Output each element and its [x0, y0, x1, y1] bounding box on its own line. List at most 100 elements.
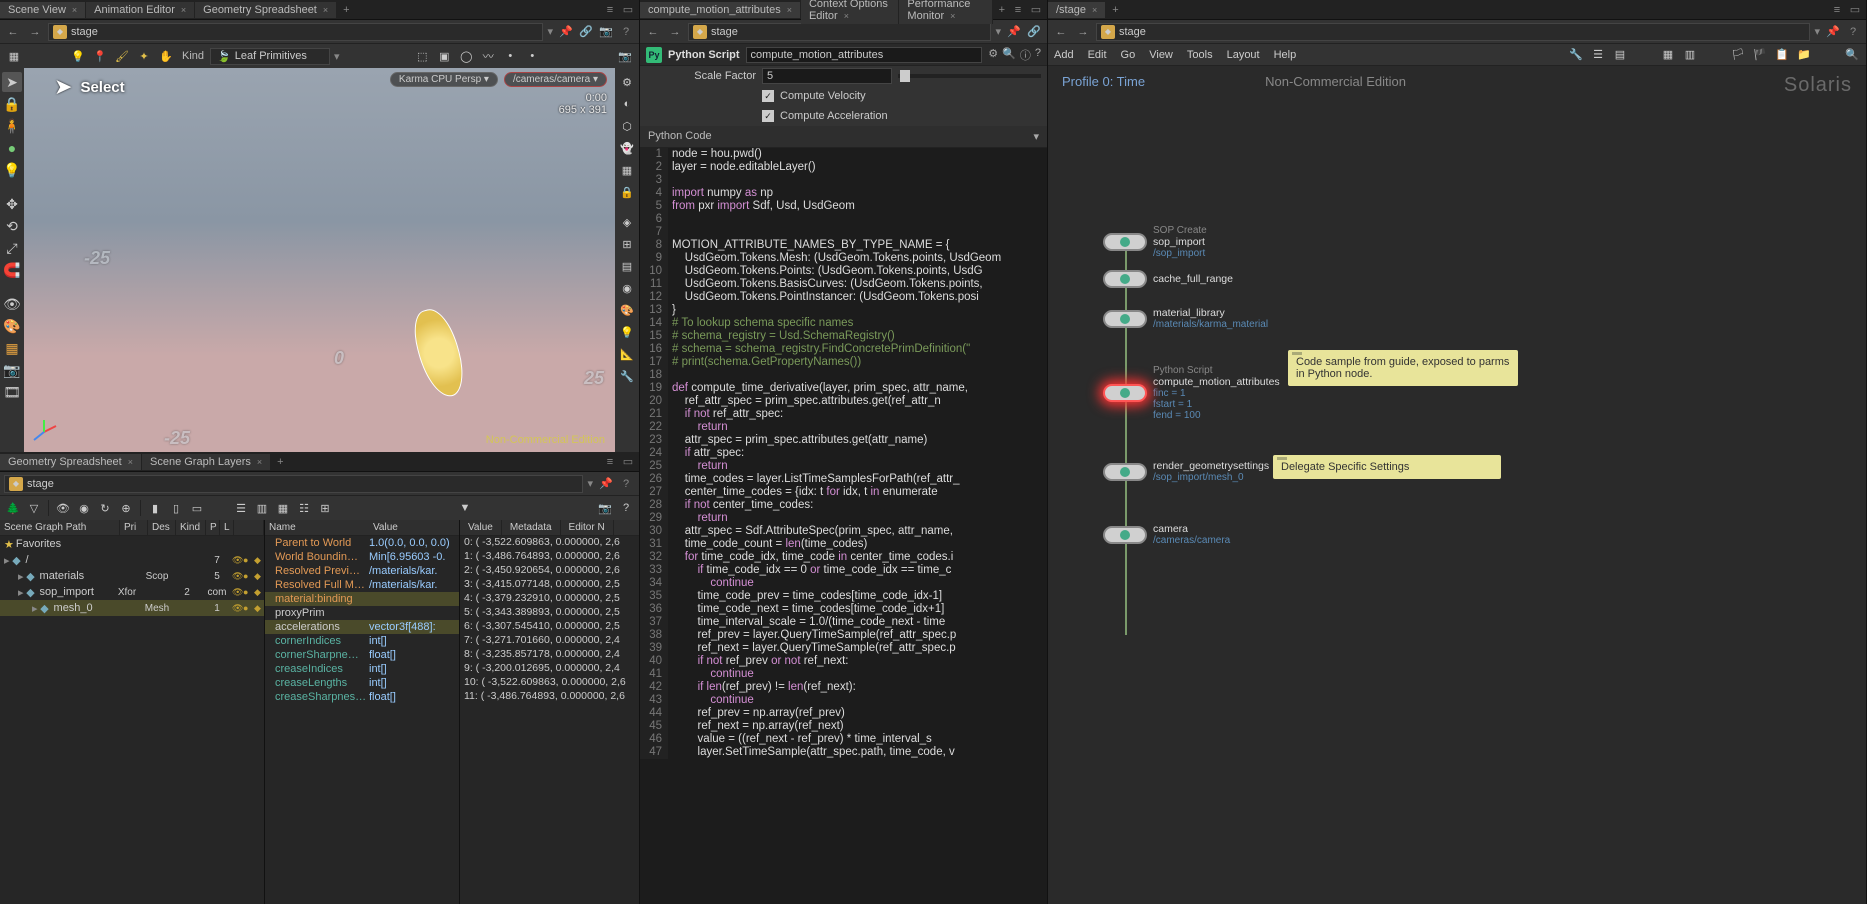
pane-menu-icon[interactable]: ≡	[603, 3, 617, 17]
link-icon[interactable]: 🔗	[577, 23, 595, 41]
lasso-icon[interactable]: ◯	[456, 46, 476, 66]
reload-icon[interactable]: ↻	[96, 499, 114, 517]
r8-icon[interactable]: 🔧	[617, 366, 637, 386]
forward-button[interactable]: →	[1074, 23, 1092, 41]
camera-icon[interactable]: 📷	[615, 46, 635, 66]
menu-view[interactable]: View	[1149, 49, 1173, 61]
tree-row[interactable]: ▸◆materialsScop5👁●◆	[0, 568, 264, 584]
pin-icon[interactable]: 📌	[557, 23, 575, 41]
man-tool[interactable]: 🧍	[2, 116, 22, 136]
grp3-icon[interactable]: ▦	[274, 499, 292, 517]
node-name-input[interactable]	[746, 47, 983, 63]
add-tab-button[interactable]: +	[1106, 2, 1124, 18]
add-tab-button[interactable]: +	[271, 454, 289, 470]
col2-icon[interactable]: ▯	[167, 499, 185, 517]
pin-icon[interactable]: 📌	[1005, 23, 1023, 41]
camera2-icon[interactable]: 📷	[596, 499, 614, 517]
help-icon[interactable]: ?	[1035, 47, 1041, 63]
grp2-icon[interactable]: ▥	[253, 499, 271, 517]
tree-row[interactable]: ▸◆/7👁●◆	[0, 552, 264, 568]
pane-max-icon[interactable]: ▭	[1029, 3, 1043, 17]
tab-performance[interactable]: Performance Monitor×	[899, 0, 992, 24]
lower-stage-path[interactable]: ◆stage	[4, 475, 583, 493]
pin-tool-icon[interactable]: 📍	[90, 46, 110, 66]
attr-row[interactable]: cornerSharpne…float[]	[265, 648, 459, 662]
tab-scene-view[interactable]: Scene View×	[0, 2, 86, 18]
col1-icon[interactable]: ▮	[146, 499, 164, 517]
network-node[interactable]: render_geometrysettings/sop_import/mesh_…	[1103, 460, 1269, 483]
brush-select-icon[interactable]: 〰	[478, 46, 498, 66]
search-icon[interactable]: 🔍	[1002, 47, 1016, 63]
flag3-icon[interactable]: 📋	[1774, 48, 1790, 61]
forward-button[interactable]: →	[26, 23, 44, 41]
unlink-icon[interactable]: 🔗	[1025, 23, 1043, 41]
gear-icon[interactable]: ⚙	[988, 47, 998, 63]
layout-icon[interactable]: ▦	[4, 46, 24, 66]
light-icon[interactable]: 💡	[68, 46, 88, 66]
r5-icon[interactable]: 🎨	[617, 300, 637, 320]
list2-icon[interactable]: ▤	[1612, 48, 1628, 61]
value-row[interactable]: 2: ( -3,450.920654, 0.000000, 2,6	[460, 564, 639, 578]
r1-icon[interactable]: ◈	[617, 212, 637, 232]
scale-factor-input[interactable]	[762, 68, 892, 84]
pane-max-icon[interactable]: ▭	[621, 455, 635, 469]
r3-icon[interactable]: ▤	[617, 256, 637, 276]
attr-row[interactable]: material:binding	[265, 592, 459, 606]
stage-path-field[interactable]: ◆stage	[48, 23, 543, 41]
sticky-note[interactable]: Code sample from guide, exposed to parms…	[1288, 350, 1518, 386]
rotate-tool[interactable]: ⟲	[2, 216, 22, 236]
target-icon[interactable]: ⊕	[117, 499, 135, 517]
add-tab-button[interactable]: +	[337, 2, 355, 18]
pane-menu-icon[interactable]: ≡	[1830, 3, 1844, 17]
pane-max-icon[interactable]: ▭	[1848, 3, 1862, 17]
attr-row[interactable]: Resolved Full M…/materials/kar.	[265, 578, 459, 592]
attribute-list[interactable]: Parent to World1.0(0.0, 0.0, 0.0)World B…	[265, 536, 459, 904]
tab-animation-editor[interactable]: Animation Editor×	[86, 2, 195, 18]
menu-edit[interactable]: Edit	[1088, 49, 1107, 61]
vis1-icon[interactable]: 👁	[54, 499, 72, 517]
scale-factor-slider[interactable]	[898, 74, 1041, 78]
close-icon[interactable]: ×	[323, 5, 328, 15]
attr-row[interactable]: creaseSharpnes…float[]	[265, 690, 459, 704]
attr-row[interactable]: creaseIndicesint[]	[265, 662, 459, 676]
view-tool[interactable]: 👁	[2, 294, 22, 314]
r6-icon[interactable]: 💡	[617, 322, 637, 342]
network-view[interactable]: Code sample from guide, exposed to parms…	[1048, 105, 1866, 904]
translate-tool[interactable]: ✥	[2, 194, 22, 214]
attr-row[interactable]: World Boundin…Min[6.95603 -0.	[265, 550, 459, 564]
value-row[interactable]: 0: ( -3,522.609863, 0.000000, 2,6	[460, 536, 639, 550]
flipbook-tool[interactable]: 🎞	[2, 382, 22, 402]
tab-geometry-spreadsheet[interactable]: Geometry Spreadsheet×	[195, 2, 337, 18]
grid2-icon[interactable]: ▥	[1682, 48, 1698, 61]
mid-stage-path[interactable]: ◆stage	[688, 23, 991, 41]
back-button[interactable]: ←	[4, 23, 22, 41]
light-tool[interactable]: 💡	[2, 160, 22, 180]
sticky-note[interactable]: Delegate Specific Settings	[1273, 455, 1501, 479]
grp5-icon[interactable]: ⊞	[316, 499, 334, 517]
kind-dropdown[interactable]: 🍃Leaf Primitives	[210, 48, 330, 65]
value-row[interactable]: 3: ( -3,415.077148, 0.000000, 2,5	[460, 578, 639, 592]
render2-tool[interactable]: ▦	[2, 338, 22, 358]
tab-geo-spreadsheet[interactable]: Geometry Spreadsheet×	[0, 454, 142, 470]
pane-menu-icon[interactable]: ≡	[1011, 3, 1025, 17]
tree-icon[interactable]: 🌲	[4, 499, 22, 517]
forward-button[interactable]: →	[666, 23, 684, 41]
flag2-icon[interactable]: 🏴	[1752, 48, 1768, 61]
funnel-icon[interactable]: ▼	[456, 499, 474, 517]
wrench-icon[interactable]: 🔧	[1568, 48, 1584, 61]
help-icon[interactable]: ?	[617, 23, 635, 41]
attr-row[interactable]: accelerationsvector3f[488]:	[265, 620, 459, 634]
grp1-icon[interactable]: ☰	[232, 499, 250, 517]
snapshot-icon[interactable]: 📷	[597, 23, 615, 41]
r7-icon[interactable]: 📐	[617, 344, 637, 364]
opt2-icon[interactable]: •	[522, 46, 542, 66]
renderer-pill[interactable]: Karma CPU Persp ▾	[390, 72, 498, 87]
close-icon[interactable]: ×	[72, 5, 77, 15]
flag4-icon[interactable]: 📁	[1796, 48, 1812, 61]
compute-acceleration-checkbox[interactable]: ✓	[762, 110, 774, 122]
pane-max-icon[interactable]: ▭	[621, 3, 635, 17]
tab-stage[interactable]: /stage×	[1048, 2, 1106, 18]
menu-layout[interactable]: Layout	[1227, 49, 1260, 61]
cam-lock-icon[interactable]: 🔒	[617, 182, 637, 202]
grid1-icon[interactable]: ▦	[1660, 48, 1676, 61]
